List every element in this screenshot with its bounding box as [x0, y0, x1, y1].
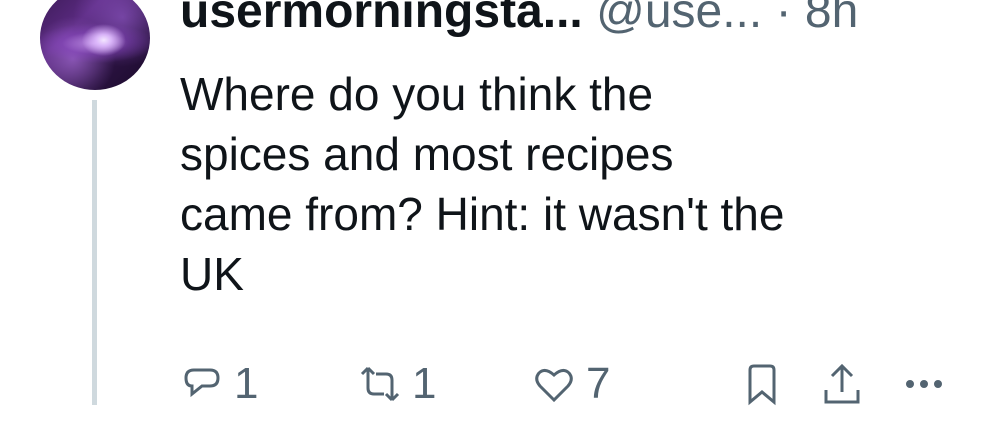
reply-button[interactable]: 1 — [180, 362, 258, 406]
avatar[interactable] — [40, 0, 150, 90]
separator-dot: · — [775, 0, 792, 38]
more-button[interactable] — [902, 362, 946, 406]
tweet-text-line: spices and most recipes — [180, 128, 674, 180]
tweet-header: usermorningsta... @use... · 8h — [180, 0, 858, 40]
tweet-text-line: came from? Hint: it wasn't the — [180, 188, 785, 240]
heart-icon — [535, 368, 573, 403]
bookmark-icon — [748, 364, 776, 406]
tweet-actions: 1 1 7 — [180, 362, 980, 422]
tweet-text-line: UK — [180, 248, 244, 300]
bookmark-button[interactable] — [740, 362, 784, 406]
user-handle[interactable]: @use... — [596, 0, 762, 38]
retweet-count: 1 — [412, 359, 437, 408]
tweet-text-line: Where do you think the — [180, 68, 654, 120]
retweet-button[interactable]: 1 — [358, 362, 436, 406]
reply-icon — [184, 368, 220, 398]
display-name[interactable]: usermorningsta... — [180, 0, 583, 38]
like-count: 7 — [586, 359, 611, 408]
reply-count: 1 — [234, 359, 259, 408]
more-icon — [906, 380, 942, 388]
share-icon — [824, 363, 860, 404]
like-button[interactable]: 7 — [532, 362, 610, 406]
share-button[interactable] — [820, 362, 864, 406]
thread-line — [92, 100, 97, 405]
retweet-icon — [360, 366, 400, 402]
tweet-text: Where do you think the spices and most r… — [180, 64, 980, 304]
timestamp[interactable]: 8h — [805, 0, 858, 38]
